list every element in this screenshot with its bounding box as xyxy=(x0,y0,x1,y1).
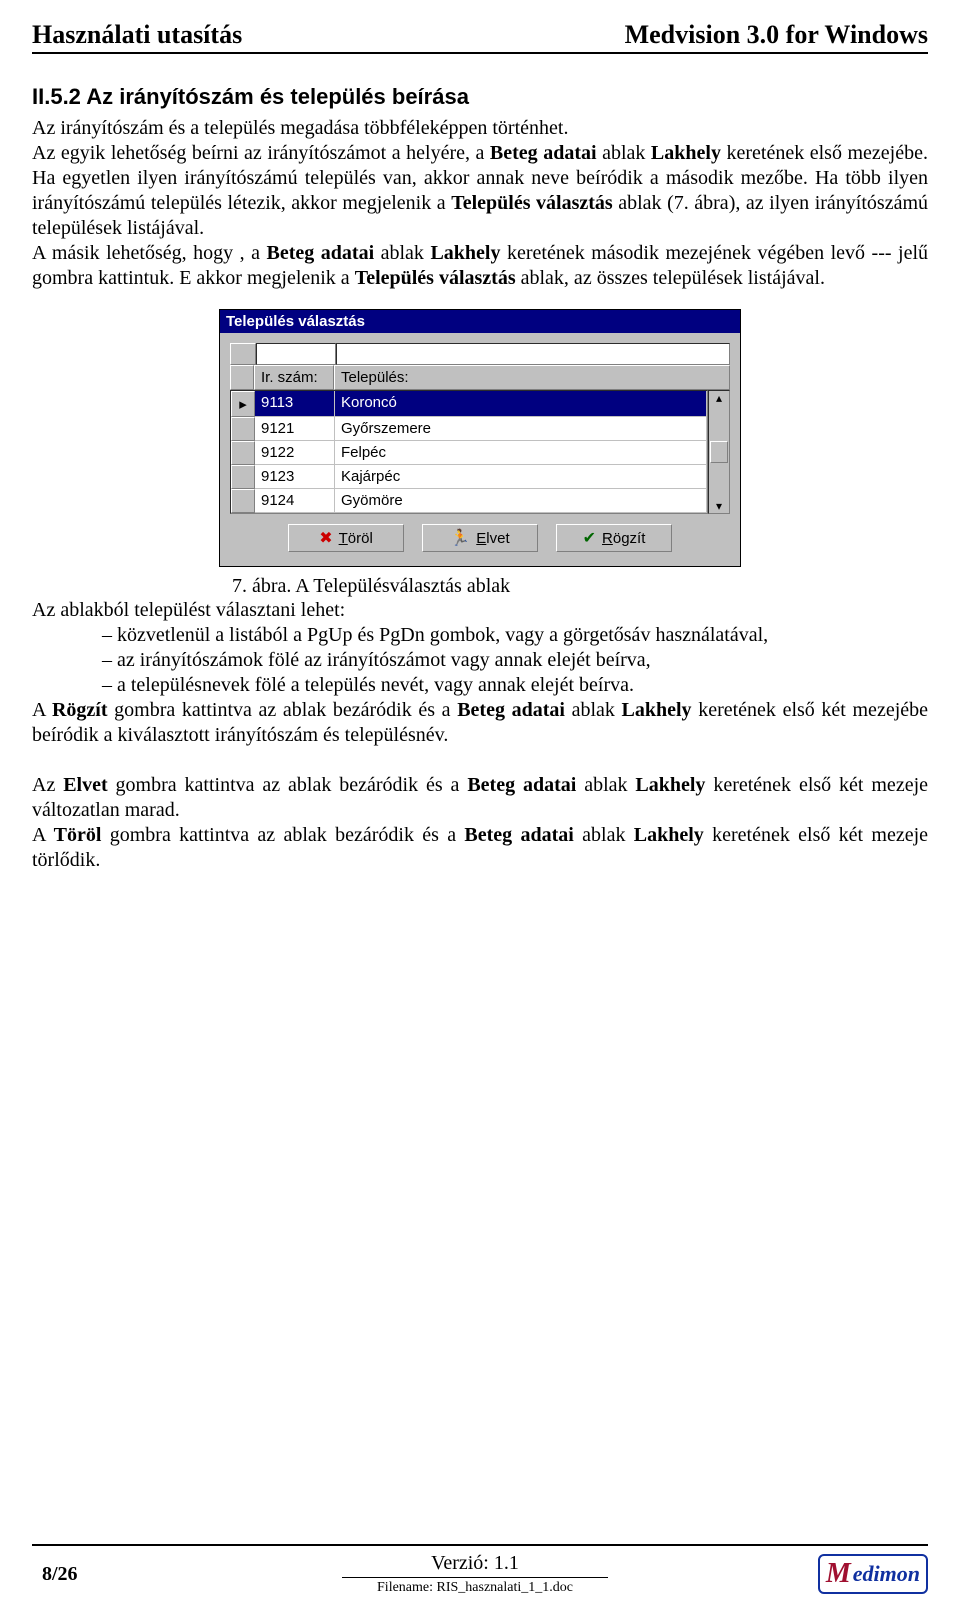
text: ablak, az összes települések listájával. xyxy=(516,267,825,289)
table-row[interactable]: ▸9113Koroncó xyxy=(231,391,707,417)
btn-label: öröl xyxy=(348,530,373,547)
page-number: 8/26 xyxy=(32,1563,222,1586)
filename-label: Filename: RIS_hasznalati_1_1.doc xyxy=(222,1580,728,1596)
cell-code: 9123 xyxy=(255,465,335,489)
bold: Lakhely xyxy=(430,242,500,264)
bold: Beteg adatai xyxy=(490,142,597,164)
row-marker: ▸ xyxy=(231,391,255,417)
grid-corner xyxy=(230,343,256,365)
intro-paragraph: Az irányítószám és a település megadása … xyxy=(32,116,928,291)
bold: Beteg adatai xyxy=(267,242,375,264)
postal-filter-input[interactable] xyxy=(256,343,336,365)
scroll-down-icon[interactable]: ▾ xyxy=(716,499,722,513)
btn-label: lvet xyxy=(486,530,509,547)
table-row[interactable]: 9123Kajárpéc xyxy=(231,465,707,489)
scroll-thumb[interactable] xyxy=(710,441,728,463)
table-row[interactable]: 9121Győrszemere xyxy=(231,417,707,441)
bold: Lakhely xyxy=(635,774,705,796)
bold: Lakhely xyxy=(651,142,721,164)
bold: Település választás xyxy=(451,192,612,214)
header-left: Használati utasítás xyxy=(32,20,242,50)
discard-button[interactable]: 🏃 Elvet xyxy=(422,524,538,552)
scroll-up-icon[interactable]: ▴ xyxy=(716,391,722,405)
bold: Lakhely xyxy=(634,824,704,846)
table-row[interactable]: 9122Felpéc xyxy=(231,441,707,465)
bold: Beteg adatai xyxy=(464,824,573,846)
logo-m-icon: M xyxy=(826,1558,851,1590)
text: ablak xyxy=(565,699,622,721)
cell-code: 9113 xyxy=(255,391,335,417)
cell-name: Gyömöre xyxy=(335,489,707,513)
text: ablak xyxy=(574,824,634,846)
cell-name: Felpéc xyxy=(335,441,707,465)
row-marker xyxy=(231,465,255,489)
scrollbar[interactable]: ▴ ▾ xyxy=(708,390,730,514)
text: A másik lehetőség, hogy , a xyxy=(32,242,267,264)
text: ablak xyxy=(576,774,635,796)
version-label: Verzió: 1.1 xyxy=(222,1552,728,1575)
text: A xyxy=(32,699,52,721)
list-item: közvetlenül a listából a PgUp és PgDn go… xyxy=(102,623,928,648)
header-right: Medvision 3.0 for Windows xyxy=(625,20,928,50)
list-item: az irányítószámok fölé az irányítószámot… xyxy=(102,648,928,673)
cell-code: 9122 xyxy=(255,441,335,465)
run-icon: 🏃 xyxy=(450,528,470,548)
text: Az xyxy=(32,774,63,796)
bold: Település választás xyxy=(355,267,516,289)
check-icon: ✔ xyxy=(583,528,596,548)
header-rule xyxy=(32,52,928,54)
logo-text: edimon xyxy=(853,1561,920,1587)
text: gombra kattintva az ablak bezáródik és a xyxy=(101,824,464,846)
dialog-titlebar: Település választás xyxy=(220,310,740,333)
name-filter-input[interactable] xyxy=(336,343,730,365)
text: gombra kattintva az ablak bezáródik és a xyxy=(108,699,458,721)
text: Az egyik lehetőség beírni az irányítószá… xyxy=(32,142,490,164)
bold: Beteg adatai xyxy=(467,774,576,796)
row-marker xyxy=(231,417,255,441)
cell-code: 9124 xyxy=(255,489,335,513)
row-marker xyxy=(231,489,255,513)
cell-name: Kajárpéc xyxy=(335,465,707,489)
delete-button[interactable]: ✖ Töröl xyxy=(288,524,404,552)
text: gombra kattintva az ablak bezáródik és a xyxy=(108,774,468,796)
row-marker xyxy=(231,441,255,465)
dialog-window: Település választás Ir. szám: Település:… xyxy=(219,309,741,567)
save-button[interactable]: ✔ Rögzít xyxy=(556,524,672,552)
text: Az ablakból települést választani lehet: xyxy=(32,599,345,621)
col-header-code[interactable]: Ir. szám: xyxy=(254,365,334,390)
text: Az irányítószám és a település megadása … xyxy=(32,117,568,139)
footer-rule xyxy=(32,1544,928,1546)
list-item: a településnevek fölé a település nevét,… xyxy=(102,673,928,698)
bold: Elvet xyxy=(63,774,107,796)
bold: Töröl xyxy=(54,824,102,846)
text: A xyxy=(32,824,54,846)
cell-code: 9121 xyxy=(255,417,335,441)
x-icon: ✖ xyxy=(319,528,332,548)
text: ablak xyxy=(597,142,651,164)
table-row[interactable]: 9124Gyömöre xyxy=(231,489,707,513)
section-title: II.5.2 Az irányítószám és település beír… xyxy=(32,84,928,110)
grid-corner xyxy=(230,365,254,390)
bold: Beteg adatai xyxy=(457,699,565,721)
grid-body: ▸9113Koroncó9121Győrszemere9122Felpéc912… xyxy=(230,390,708,514)
bold: Lakhely xyxy=(622,699,692,721)
dialog-title: Település választás xyxy=(226,313,365,330)
btn-label: ögzít xyxy=(613,530,646,547)
cell-name: Győrszemere xyxy=(335,417,707,441)
after-text: Az ablakból települést választani lehet:… xyxy=(32,598,928,873)
cell-name: Koroncó xyxy=(335,391,707,417)
medimon-logo: Medimon xyxy=(818,1554,928,1594)
bold: Rögzít xyxy=(52,699,108,721)
col-header-name[interactable]: Település: xyxy=(334,365,730,390)
text: ablak xyxy=(374,242,430,264)
figure-caption: 7. ábra. A Településválasztás ablak xyxy=(232,575,928,598)
